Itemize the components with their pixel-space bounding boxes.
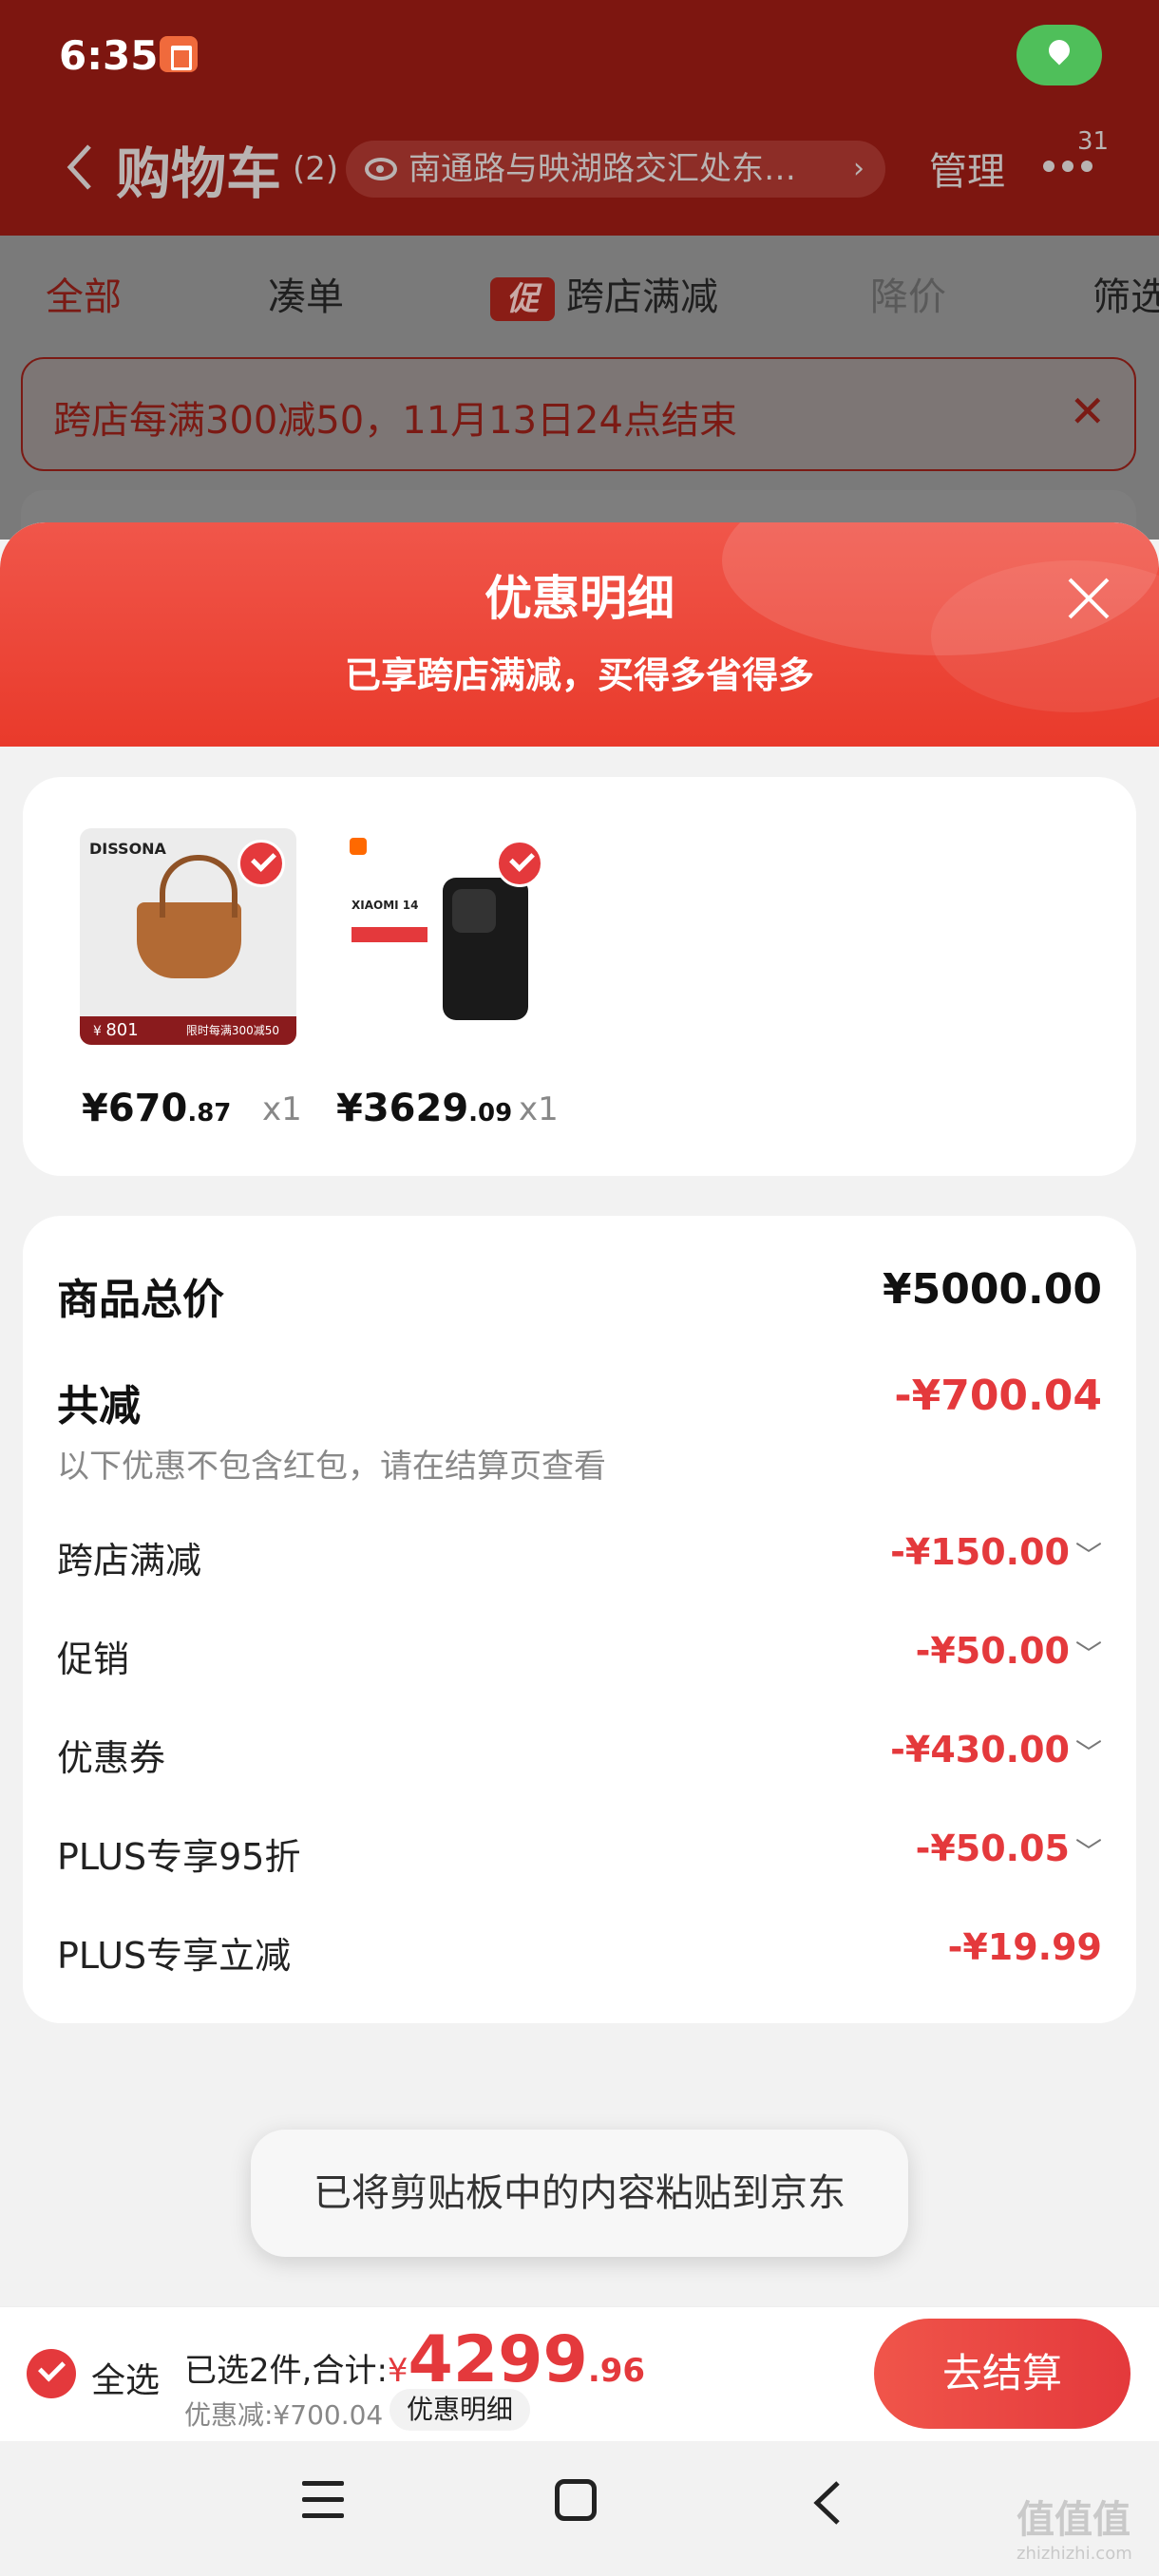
system-nav-bar [0,2441,1159,2576]
clipboard-toast: 已将剪贴板中的内容粘贴到京东 [251,2130,908,2257]
reduce-value: -¥700.04 [894,1372,1102,1420]
menu-icon[interactable] [302,2481,344,2523]
tab-cross-store[interactable]: 促跨店满减 [490,266,718,321]
product-qty: x1 [519,1090,559,1128]
product-price: ¥670.87 [82,1087,232,1130]
xiaomi-logo-icon [350,838,367,855]
product-brand: XIAOMI 14 [352,899,419,912]
strip-price: 801 [105,1020,139,1040]
sheet-header: 优惠明细 已享跨店满减，买得多省得多 [0,522,1159,747]
product-qty: x1 [262,1090,302,1128]
promo-strip: ¥ 801 限时每满300减50 [80,1016,296,1045]
tab-price-drop[interactable]: 降价 [870,266,946,321]
discount-line: 优惠减:¥700.04 [184,2399,384,2431]
strip-promo: 限时每满300减50 [185,1024,279,1037]
close-icon[interactable]: ✕ [1069,386,1106,437]
reduce-label: 共减 [57,1382,141,1430]
checked-icon[interactable] [496,840,543,887]
sheet-title: 优惠明细 [484,571,674,626]
manage-button[interactable]: 管理 [929,141,1005,196]
delivery-address[interactable]: 南通路与映湖路交汇处东… › [346,141,885,198]
total-amount: 4299 [408,2322,588,2397]
price-summary-card: 商品总价 ¥5000.00 共减 -¥700.04 以下优惠不包含红包，请在结算… [23,1216,1136,2023]
filter-tabs: 全部 凑单 促跨店满减 降价 筛选 [0,236,1159,350]
tab-bundle[interactable]: 凑单 [268,266,344,321]
notification-app-icon [160,36,198,72]
cart-count: (2) [293,150,339,188]
back-icon[interactable] [61,141,99,194]
product-brand: DISSONA [89,840,166,858]
product-card: DISSONA ¥ 801 限时每满300减50 XIAOMI 14 ¥670.8… [23,777,1136,1176]
watermark: 值值值 zhizhizhi.com [1016,2498,1132,2564]
message-badge: 31 [1077,127,1110,156]
tab-cross-store-label: 跨店满减 [566,275,718,319]
select-all-label[interactable]: 全选 [91,2353,160,2402]
selected-summary: 已选2件,合计:¥4299.96 [184,2322,646,2397]
total-label: 商品总价 [57,1276,224,1324]
status-bar: 6:35 [0,0,1159,112]
discount-detail-sheet: 优惠明细 已享跨店满减，买得多省得多 DISSONA ¥ 801 限时每满300减… [0,522,1159,2308]
close-icon[interactable] [1060,570,1117,627]
checkout-bar: 全选 已选2件,合计:¥4299.96 优惠减:¥700.04 优惠明细 去结算 [0,2306,1159,2441]
chevron-right-icon: › [853,152,864,185]
checked-icon[interactable] [238,840,285,887]
status-time: 6:35 [59,32,159,79]
tab-filter[interactable]: 筛选 [1092,266,1159,321]
page-title: 购物车 [116,142,282,206]
more-icon[interactable] [1043,158,1110,186]
home-icon[interactable] [555,2479,597,2521]
select-all-checkbox[interactable] [27,2349,76,2398]
chevron-down-icon: ﹀ [1074,1836,1102,1867]
notice-text: 跨店每满300减50，11月13日24点结束 [53,399,737,443]
product-image-phone[interactable]: XIAOMI 14 [338,828,555,1045]
total-value: ¥5000.00 [882,1265,1102,1314]
product-price: ¥3629.09 [336,1087,513,1130]
promo-notice: 跨店每满300减50，11月13日24点结束 ✕ [21,357,1136,471]
promo-bar [352,927,428,942]
handbag-image [137,855,241,978]
discount-detail-button[interactable]: 优惠明细 [390,2389,531,2431]
eye-icon [365,158,397,180]
sheet-subtitle: 已享跨店满减，买得多省得多 [344,654,814,696]
tab-all[interactable]: 全部 [46,266,122,321]
chevron-down-icon: ﹀ [1074,1540,1102,1571]
promo-tag-icon: 促 [490,277,555,321]
location-icon[interactable] [1016,25,1102,85]
cart-header: 购物车 (2) 南通路与映湖路交汇处东… › 管理 31 [0,112,1159,236]
address-text: 南通路与映湖路交汇处东… [408,150,796,188]
back-icon[interactable] [809,2479,847,2527]
chevron-down-icon: ﹀ [1074,1638,1102,1670]
chevron-down-icon: ﹀ [1074,1737,1102,1769]
checkout-button[interactable]: 去结算 [874,2319,1130,2429]
product-image-bag[interactable]: DISSONA ¥ 801 限时每满300减50 [80,828,296,1045]
phone-image [443,878,528,1020]
